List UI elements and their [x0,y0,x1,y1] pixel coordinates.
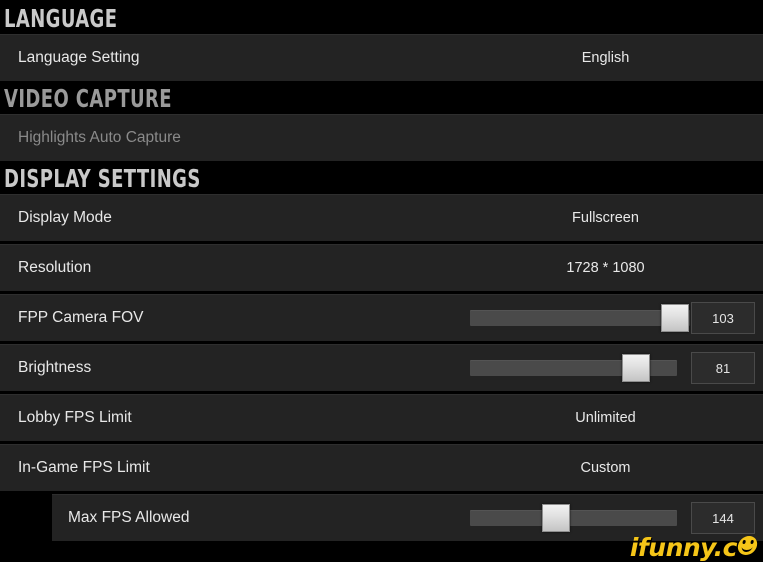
section-header-display-settings: DISPLAY SETTINGS [0,166,611,191]
slider-brightness[interactable] [470,354,677,382]
row-value-resolution: 1728 * 1080 [0,260,763,276]
row-display-mode[interactable]: Display Mode Fullscreen [0,194,763,241]
value-text-fpp-camera-fov: 103 [712,310,734,326]
row-highlights-auto-capture[interactable]: Highlights Auto Capture [0,114,763,161]
watermark-text: ifunny.c [629,533,738,562]
settings-screen: LANGUAGE Language Setting English VIDEO … [0,0,763,562]
row-fpp-camera-fov[interactable]: FPP Camera FOV 103 [0,294,763,341]
row-label-max-fps-allowed: Max FPS Allowed [68,509,190,526]
row-label-resolution: Resolution [18,259,92,276]
row-language-setting[interactable]: Language Setting English [0,34,763,81]
slider-track-max-fps-allowed[interactable] [470,510,677,526]
section-header-language: LANGUAGE [0,6,611,31]
section-header-video-capture: VIDEO CAPTURE [0,86,611,111]
row-value-display-mode: Fullscreen [0,210,763,226]
value-box-fpp-camera-fov[interactable]: 103 [691,302,755,334]
value-box-max-fps-allowed[interactable]: 144 [691,502,755,534]
row-label-in-game-fps-limit: In-Game FPS Limit [18,459,150,476]
slider-fpp-camera-fov[interactable] [470,304,690,332]
row-in-game-fps-limit[interactable]: In-Game FPS Limit Custom [0,444,763,491]
row-brightness[interactable]: Brightness 81 [0,344,763,391]
row-value-text-language-setting: English [581,50,630,66]
row-label-brightness: Brightness [18,359,92,376]
row-label-language-setting: Language Setting [18,49,140,66]
row-lobby-fps-limit[interactable]: Lobby FPS Limit Unlimited [0,394,763,441]
row-label-highlights-auto-capture: Highlights Auto Capture [18,129,181,146]
value-box-brightness[interactable]: 81 [691,352,755,384]
row-resolution[interactable]: Resolution 1728 * 1080 [0,244,763,291]
row-value-text-in-game-fps-limit: Custom [580,460,631,476]
slider-track-fpp-camera-fov[interactable] [470,310,690,326]
slider-handle-brightness[interactable] [622,354,650,382]
value-text-max-fps-allowed: 144 [712,510,734,526]
value-text-brightness: 81 [715,360,731,376]
row-label-display-mode: Display Mode [18,209,112,226]
row-value-text-display-mode: Fullscreen [572,210,639,226]
row-label-fpp-camera-fov: FPP Camera FOV [18,309,144,326]
row-label-lobby-fps-limit: Lobby FPS Limit [18,409,132,426]
slider-handle-max-fps-allowed[interactable] [542,504,570,532]
row-value-text-resolution: 1728 * 1080 [566,260,645,276]
smiley-face-icon [736,536,759,555]
slider-handle-fpp-camera-fov[interactable] [661,304,689,332]
slider-max-fps-allowed[interactable] [470,504,677,532]
row-value-text-lobby-fps-limit: Unlimited [575,410,636,426]
ifunny-watermark: ifunny.c [629,533,759,562]
smiley-mouth [740,545,754,552]
